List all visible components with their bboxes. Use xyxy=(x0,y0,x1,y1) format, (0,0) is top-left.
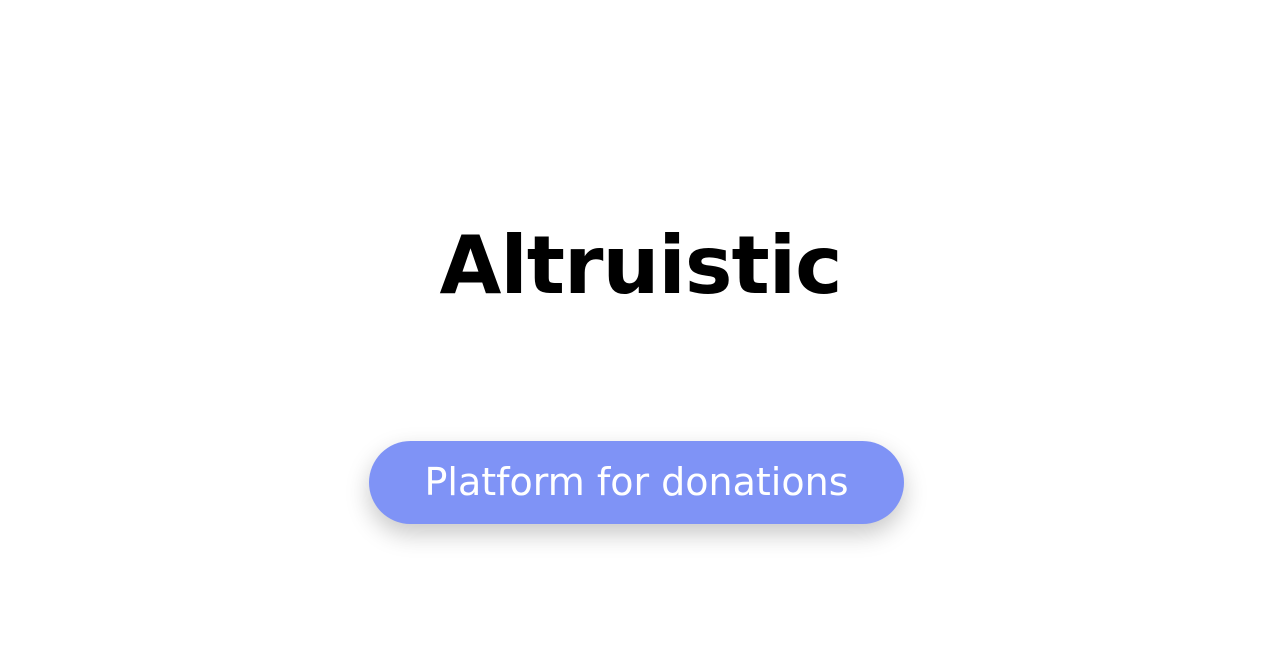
landing-page: Altruistic Platform for donations xyxy=(0,0,1281,659)
page-title: Altruistic xyxy=(439,219,842,312)
platform-for-donations-button[interactable]: Platform for donations xyxy=(369,441,904,524)
